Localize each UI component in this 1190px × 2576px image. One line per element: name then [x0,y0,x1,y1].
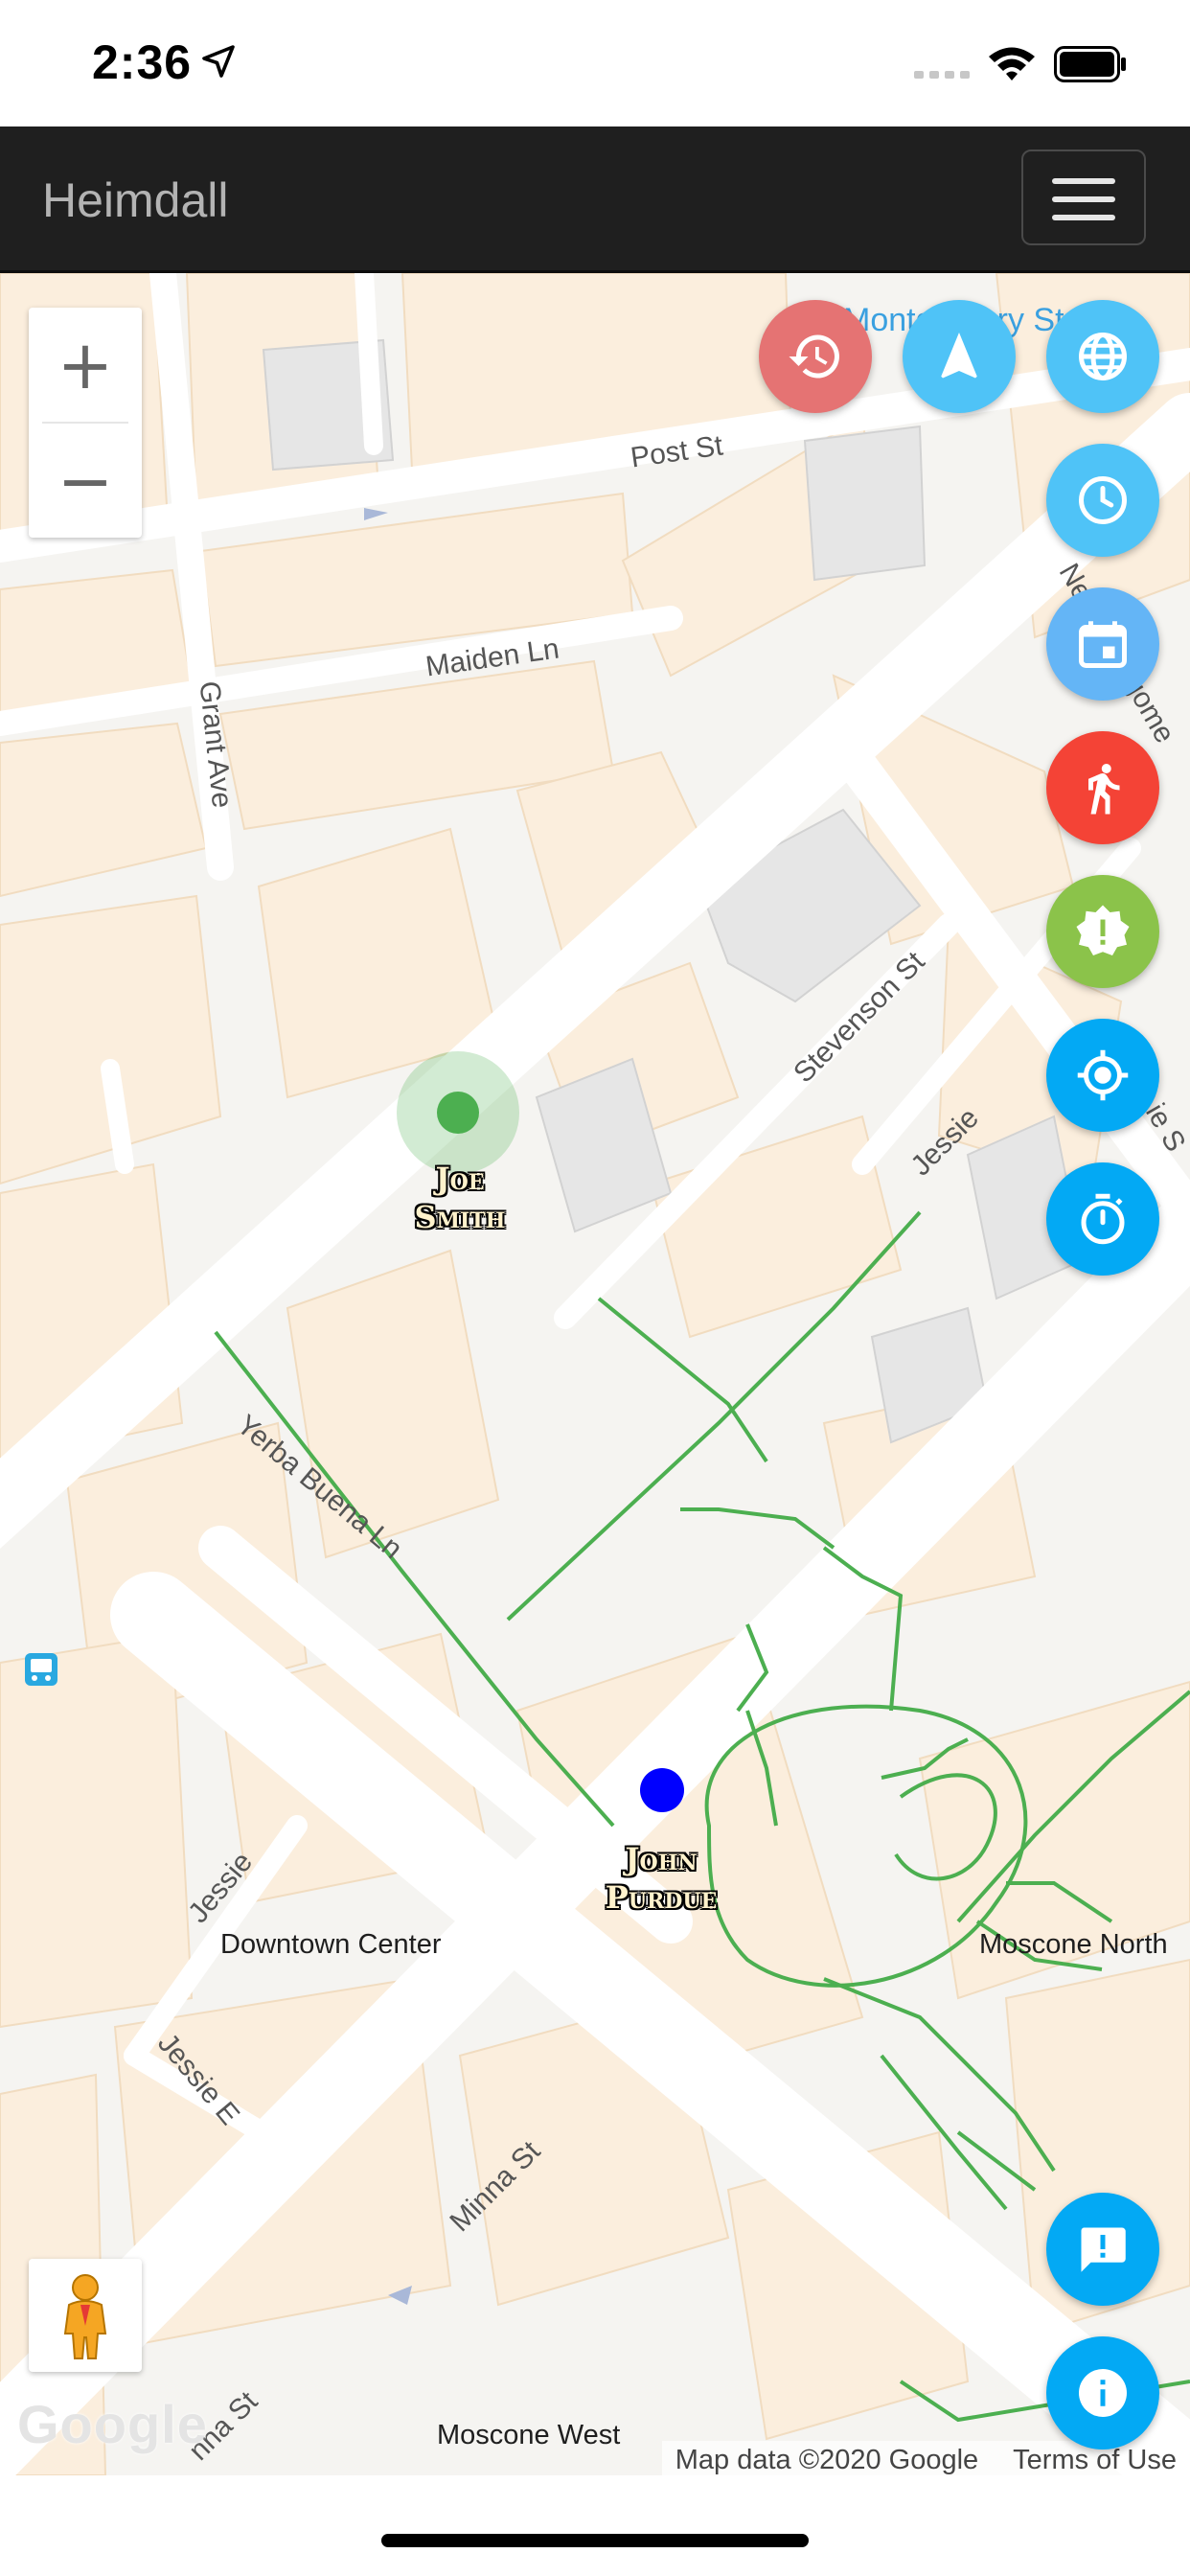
feedback-icon [1081,2227,1126,2272]
wifi-icon [989,47,1035,80]
alert-badge-icon [1076,905,1130,955]
zoom-out-button[interactable]: − [29,424,142,538]
walking-button[interactable] [1046,731,1159,844]
alert-badge-button[interactable] [1046,875,1159,988]
locate-button[interactable] [1046,1019,1159,1132]
globe-icon [1079,333,1127,380]
poi-downtown-center: Downtown Center [220,1929,442,1960]
location-arrow-icon [202,45,235,78]
battery-icon [1054,46,1126,82]
bottom-safe-area [0,2475,1190,2576]
status-time: 2:36 [92,35,193,89]
history-button[interactable] [759,300,872,413]
marker-label-joe-smith: Joe Smith [414,1161,506,1235]
hamburger-line [1052,215,1115,220]
marker-joe-smith-dot[interactable] [437,1092,479,1134]
timer-button[interactable] [1046,1162,1159,1276]
poi-moscone-north: Moscone North [979,1929,1168,1960]
clock-icon [1079,476,1127,524]
map-data-credit: Map data ©2020 Google [675,2445,979,2475]
google-logo: Google [17,2394,208,2454]
navigate-button[interactable] [903,300,1016,413]
hamburger-menu-button[interactable] [1021,150,1146,245]
info-button[interactable] [1046,2336,1159,2450]
marker-label-john-purdue: John Purdue [605,1841,718,1916]
home-indicator[interactable] [381,2534,809,2547]
brand-title[interactable]: Heimdall [42,172,229,228]
zoom-control: + − [29,308,142,538]
pegman-icon [63,2274,107,2359]
street-view-pegman-button[interactable] [29,2259,142,2372]
poi-moscone-west: Moscone West [437,2420,621,2450]
cellular-signal-icon [914,71,970,79]
calendar-icon [1079,621,1127,668]
map-view[interactable]: Post St Maiden Ln Grant Ave Stevenson St… [0,273,1190,2475]
terms-of-use-link[interactable]: Terms of Use [1013,2445,1177,2475]
app-navbar: Heimdall [0,126,1190,273]
marker-john-purdue-dot[interactable] [640,1768,684,1812]
walking-person-icon [1088,764,1120,815]
hamburger-line [1052,178,1115,184]
crosshair-location-icon [1077,1049,1129,1101]
status-bar: 2:36 [0,0,1190,126]
history-icon [789,334,839,379]
feedback-button[interactable] [1046,2193,1159,2306]
globe-button[interactable] [1046,300,1159,413]
calendar-button[interactable] [1046,587,1159,701]
map-base-layer [0,273,1190,2475]
zoom-in-button[interactable]: + [29,308,142,422]
stopwatch-icon [1081,1193,1125,1245]
clock-button[interactable] [1046,444,1159,557]
navigation-arrow-icon [941,333,977,379]
hamburger-line [1052,196,1115,202]
info-icon [1079,2369,1127,2417]
